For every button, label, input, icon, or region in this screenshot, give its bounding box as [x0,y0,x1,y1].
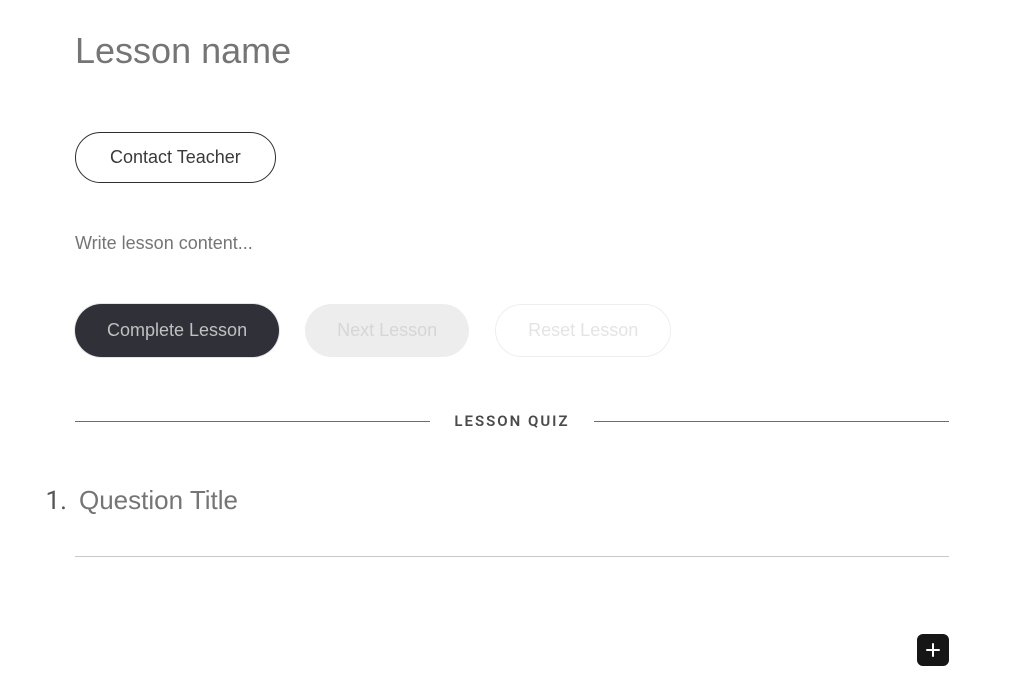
question-title-input[interactable] [79,485,949,516]
contact-teacher-button[interactable]: Contact Teacher [75,132,276,183]
complete-lesson-button[interactable]: Complete Lesson [75,304,279,357]
divider-line-left [75,421,430,422]
divider-line-right [594,421,949,422]
plus-icon [924,641,942,659]
divider-label: LESSON QUIZ [454,412,569,430]
lesson-content-input[interactable] [75,233,949,254]
lesson-title-input[interactable] [75,30,949,72]
next-lesson-button[interactable]: Next Lesson [305,304,469,357]
lesson-action-row: Complete Lesson Next Lesson Reset Lesson [75,304,949,357]
question-number: 1. [39,486,67,516]
reset-lesson-button[interactable]: Reset Lesson [495,304,671,357]
quiz-divider: LESSON QUIZ [75,412,949,430]
question-divider [75,556,949,557]
add-question-button[interactable] [917,634,949,666]
question-row: 1. [75,485,949,516]
